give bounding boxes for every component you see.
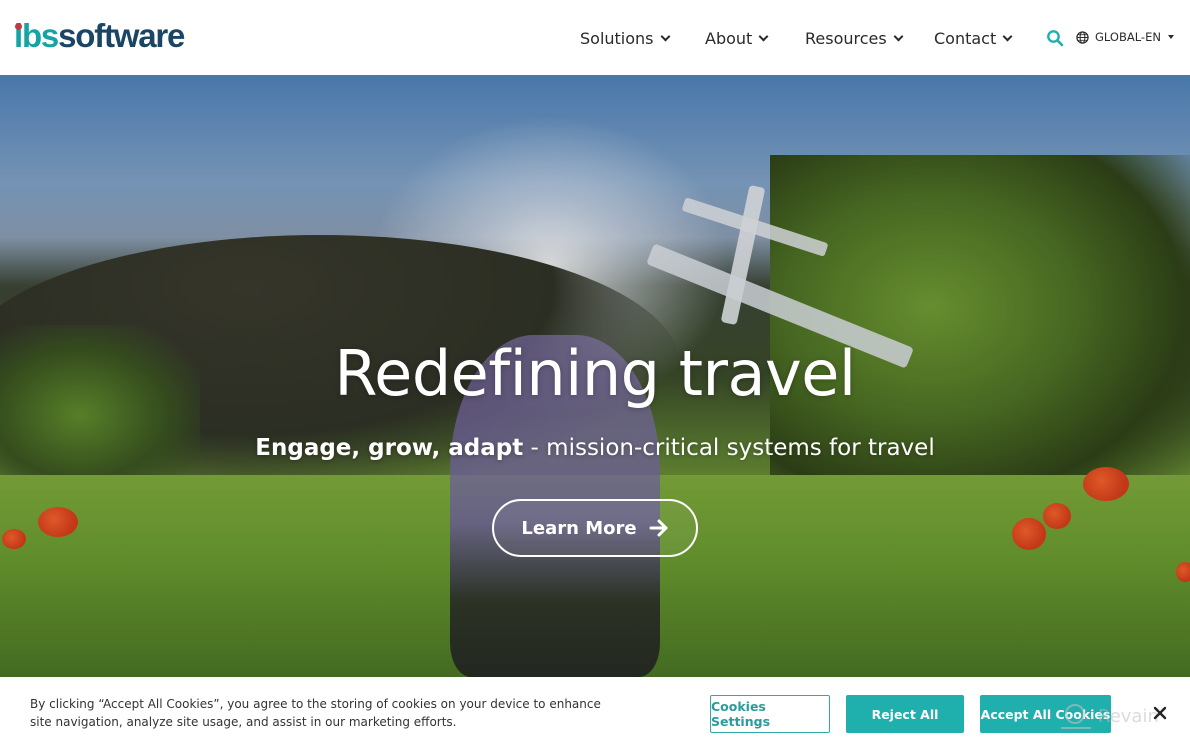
chevron-down-icon	[758, 31, 769, 41]
site-header: ibssoftware Solutions About Resources Co…	[0, 0, 1190, 75]
hero-title: Redefining travel	[334, 337, 856, 410]
globe-icon	[1076, 30, 1089, 44]
logo-ibs: ibs	[14, 17, 59, 54]
cookies-settings-button[interactable]: Cookies Settings	[710, 695, 830, 733]
learn-more-label: Learn More	[521, 517, 637, 539]
language-selector[interactable]: GLOBAL-EN	[1076, 28, 1174, 46]
nav-contact-label: Contact	[934, 28, 997, 48]
hero-subtitle-bold: Engage, grow, adapt	[255, 435, 524, 461]
chevron-down-icon	[893, 31, 904, 41]
nav-about-label: About	[705, 28, 753, 48]
nav-solutions[interactable]: Solutions	[580, 27, 670, 49]
search-icon[interactable]	[1046, 29, 1064, 47]
hero-subtitle-rest: - mission-critical systems for travel	[523, 435, 935, 461]
hero-section: Redefining travel Engage, grow, adapt - …	[0, 75, 1190, 677]
logo-software: software	[58, 17, 185, 54]
arrow-right-icon	[649, 519, 668, 537]
hero-subtitle: Engage, grow, adapt - mission-critical s…	[0, 435, 1190, 461]
close-icon[interactable]	[1152, 705, 1168, 721]
ibs-software-logo[interactable]: ibssoftware	[14, 16, 185, 56]
nav-solutions-label: Solutions	[580, 28, 654, 48]
language-label: GLOBAL-EN	[1095, 30, 1161, 44]
logo-dot	[15, 23, 22, 30]
nav-about[interactable]: About	[705, 27, 769, 49]
nav-contact[interactable]: Contact	[934, 27, 1013, 49]
nav-resources[interactable]: Resources	[805, 27, 904, 49]
logo-ibs-text: ibs	[14, 17, 59, 54]
reject-all-button[interactable]: Reject All	[846, 695, 964, 733]
accept-all-cookies-button[interactable]: Accept All Cookies	[980, 695, 1111, 733]
caret-down-icon	[1167, 35, 1174, 39]
chevron-down-icon	[1002, 31, 1013, 41]
chevron-down-icon	[660, 31, 670, 41]
cookie-banner-text: By clicking “Accept All Cookies”, you ag…	[30, 697, 601, 729]
nav-resources-label: Resources	[805, 28, 887, 48]
learn-more-button[interactable]: Learn More	[492, 499, 698, 557]
cookie-banner: By clicking “Accept All Cookies”, you ag…	[0, 677, 1190, 753]
